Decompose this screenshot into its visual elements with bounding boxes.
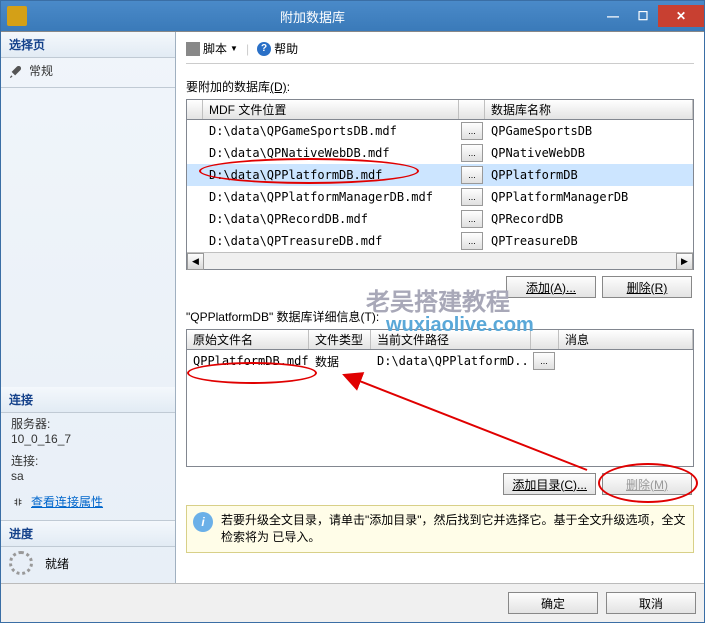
toolbar: 脚本 ▼ | ? 帮助 (186, 40, 694, 64)
table-row[interactable]: D:\data\QPTreasureDB.mdf...QPTreasureDB (187, 230, 693, 252)
add-directory-button[interactable]: 添加目录(C)... (503, 473, 596, 495)
remove-m-button[interactable]: 删除(M) (602, 473, 692, 495)
details-label: "QPPlatformDB" 数据库详细信息(T): (186, 308, 694, 325)
table-row[interactable]: D:\data\QPPlatformDB.mdf...QPPlatformDB (187, 164, 693, 186)
general-label: 常规 (29, 62, 53, 79)
wrench-icon (9, 64, 23, 78)
orig-cell: QPPlatformDB.mdf (187, 352, 309, 370)
help-label: 帮助 (274, 40, 298, 57)
attach-db-label: 要附加的数据库(D): (186, 78, 694, 95)
col-path-header[interactable]: 当前文件路径 (371, 330, 531, 349)
mdf-cell: D:\data\QPPlatformDB.mdf (203, 166, 459, 184)
sidebar: 选择页 常规 连接 服务器: 10_0_16_7 连接: sa 查看连接属性 (1, 32, 176, 583)
col-type-header[interactable]: 文件类型 (309, 330, 371, 349)
type-cell: 数据 (309, 351, 371, 372)
browse-button[interactable]: ... (461, 188, 483, 206)
table-row[interactable]: D:\data\QPPlatformManagerDB.mdf...QPPlat… (187, 186, 693, 208)
dbname-cell: QPRecordDB (485, 210, 693, 228)
server-value: 10_0_16_7 (1, 432, 175, 450)
msg-cell (559, 359, 693, 363)
info-text: 若要升级全文目录，请单击"添加目录"，然后找到它并选择它。基于全文升级选项，全文… (221, 512, 687, 546)
progress-header: 进度 (1, 521, 175, 547)
app-icon (7, 6, 27, 26)
table-row[interactable]: QPPlatformDB.mdf数据D:\data\QPPlatformD...… (187, 350, 693, 372)
table-row[interactable]: D:\data\QPGameSportsDB.mdf...QPGameSport… (187, 120, 693, 142)
remove-button[interactable]: 删除(R) (602, 276, 692, 298)
col-dbname-header[interactable]: 数据库名称 (485, 100, 693, 119)
table-row[interactable]: D:\data\QPRecordDB.mdf...QPRecordDB (187, 208, 693, 230)
close-button[interactable]: ✕ (658, 5, 704, 27)
mdf-cell: D:\data\QPPlatformManagerDB.mdf (203, 188, 459, 206)
conn-label: 连接: (1, 450, 175, 469)
dbname-cell: QPGameSportsDB (485, 122, 693, 140)
script-label: 脚本 (203, 40, 227, 57)
select-page-header: 选择页 (1, 32, 175, 58)
col-mdf-header[interactable]: MDF 文件位置 (203, 100, 459, 119)
horizontal-scrollbar[interactable]: ◀ ▶ (187, 252, 693, 269)
cancel-button[interactable]: 取消 (606, 592, 696, 614)
help-button[interactable]: ? 帮助 (257, 40, 298, 57)
view-props-text: 查看连接属性 (31, 493, 103, 510)
ready-label: 就绪 (45, 555, 69, 572)
window-title: 附加数据库 (27, 7, 598, 26)
conn-value: sa (1, 469, 175, 487)
browse-button[interactable]: ... (461, 210, 483, 228)
server-label: 服务器: (1, 413, 175, 432)
info-message: i 若要升级全文目录，请单击"添加目录"，然后找到它并选择它。基于全文升级选项，… (186, 505, 694, 553)
scroll-left-icon[interactable]: ◀ (187, 253, 204, 270)
col-orig-header[interactable]: 原始文件名 (187, 330, 309, 349)
dbname-cell: QPPlatformManagerDB (485, 188, 693, 206)
path-cell: D:\data\QPPlatformD... (371, 352, 531, 370)
browse-button[interactable]: ... (533, 352, 555, 370)
browse-button[interactable]: ... (461, 122, 483, 140)
add-button[interactable]: 添加(A)... (506, 276, 596, 298)
dbname-cell: QPTreasureDB (485, 232, 693, 250)
details-grid[interactable]: 原始文件名 文件类型 当前文件路径 消息 QPPlatformDB.mdf数据D… (186, 329, 694, 467)
content-area: 脚本 ▼ | ? 帮助 要附加的数据库(D): MDF 文件位置 数据库名称 (176, 32, 704, 583)
minimize-button[interactable]: — (598, 5, 628, 27)
info-icon: i (193, 512, 213, 532)
ok-button[interactable]: 确定 (508, 592, 598, 614)
attach-db-grid[interactable]: MDF 文件位置 数据库名称 D:\data\QPGameSportsDB.md… (186, 99, 694, 270)
view-connection-properties-link[interactable]: 查看连接属性 (1, 487, 175, 516)
dbname-cell: QPNativeWebDB (485, 144, 693, 162)
maximize-button[interactable]: ☐ (628, 5, 658, 27)
progress-spinner-icon (9, 551, 33, 575)
dbname-cell: QPPlatformDB (485, 166, 693, 184)
col-msg-header[interactable]: 消息 (559, 330, 693, 349)
browse-button[interactable]: ... (461, 232, 483, 250)
progress-status-ready: 就绪 (1, 547, 175, 579)
sidebar-item-general[interactable]: 常规 (1, 58, 175, 83)
connection-header: 连接 (1, 387, 175, 413)
table-row[interactable]: D:\data\QPNativeWebDB.mdf...QPNativeWebD… (187, 142, 693, 164)
scroll-right-icon[interactable]: ▶ (676, 253, 693, 270)
footer: 确定 取消 (1, 583, 704, 622)
mdf-cell: D:\data\QPTreasureDB.mdf (203, 232, 459, 250)
script-dropdown[interactable]: 脚本 ▼ (186, 40, 238, 57)
script-icon (186, 42, 200, 56)
connection-icon (11, 495, 25, 509)
help-icon: ? (257, 42, 271, 56)
mdf-cell: D:\data\QPRecordDB.mdf (203, 210, 459, 228)
mdf-cell: D:\data\QPNativeWebDB.mdf (203, 144, 459, 162)
chevron-down-icon: ▼ (230, 44, 238, 53)
browse-button[interactable]: ... (461, 166, 483, 184)
titlebar: 附加数据库 — ☐ ✕ (1, 1, 704, 31)
mdf-cell: D:\data\QPGameSportsDB.mdf (203, 122, 459, 140)
browse-button[interactable]: ... (461, 144, 483, 162)
